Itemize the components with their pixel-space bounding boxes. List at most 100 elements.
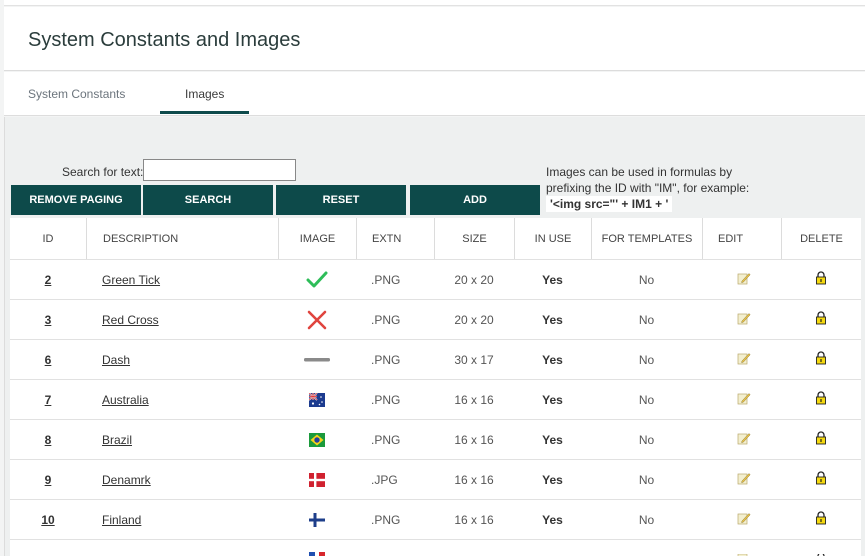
edit-icon[interactable] (737, 431, 751, 448)
row-id: 7 (10, 380, 86, 419)
lock-icon[interactable] (815, 311, 827, 328)
in-use-value: Yes (542, 352, 563, 367)
description-link[interactable]: Australia (102, 393, 149, 407)
table-row: 6 Dash .PNG 30 x 17 Yes No (10, 340, 861, 380)
for-templates-value: No (638, 352, 655, 367)
header-id[interactable]: ID (10, 218, 86, 259)
row-id: 8 (10, 420, 86, 459)
page-header: System Constants and Images (4, 7, 865, 71)
row-delete (781, 380, 861, 419)
lock-icon[interactable] (815, 271, 827, 288)
table-row: 10 Finland .PNG 16 x 16 Yes No (10, 500, 861, 540)
lock-icon[interactable] (815, 391, 827, 408)
for-templates-value: No (638, 432, 655, 447)
table-row: 2 Green Tick .PNG 20 x 20 Yes No (10, 260, 861, 300)
for-templates-value: No (638, 272, 655, 287)
tab-system-constants[interactable]: System Constants (28, 87, 125, 101)
search-input[interactable] (143, 159, 296, 181)
row-id: 3 (10, 300, 86, 339)
row-for-templates: No (591, 500, 702, 539)
row-delete (781, 300, 861, 339)
row-in-use: Yes (514, 340, 591, 379)
in-use-value: Yes (542, 272, 563, 287)
finland-flag-icon (278, 500, 356, 539)
description-link[interactable]: Finland (102, 513, 141, 527)
row-for-templates: No (591, 260, 702, 299)
lock-icon[interactable] (815, 471, 827, 488)
row-edit (702, 340, 781, 379)
search-label: Search for text: (62, 165, 144, 179)
edit-icon[interactable] (702, 540, 781, 556)
lock-icon[interactable] (815, 431, 827, 448)
description-link[interactable]: Brazil (102, 433, 132, 447)
in-use-value: Yes (542, 392, 563, 407)
row-size: 30 x 17 (454, 352, 494, 367)
id-link[interactable]: 3 (45, 313, 52, 327)
row-size: 20 x 20 (454, 312, 494, 327)
id-link[interactable]: 2 (45, 273, 52, 287)
description-link[interactable]: Dash (102, 353, 130, 367)
header-for-templates[interactable]: FOR TEMPLATES (591, 218, 702, 259)
in-use-value: Yes (542, 312, 563, 327)
active-tab-indicator (160, 111, 249, 114)
edit-icon[interactable] (737, 471, 751, 488)
id-link[interactable]: 6 (45, 353, 52, 367)
red-cross-icon (278, 300, 356, 339)
header-size[interactable]: SIZE (434, 218, 514, 259)
edit-icon[interactable] (737, 271, 751, 288)
row-in-use: Yes (514, 500, 591, 539)
id-link[interactable]: 7 (45, 393, 52, 407)
description-link[interactable]: Red Cross (102, 313, 159, 327)
lock-icon[interactable] (815, 351, 827, 368)
description-link[interactable]: Green Tick (102, 273, 160, 287)
row-for-templates: No (591, 460, 702, 499)
header-description[interactable]: DESCRIPTION (86, 218, 278, 259)
table-row-partial (10, 540, 861, 556)
for-templates-value: No (638, 472, 655, 487)
reset-button[interactable]: RESET (276, 185, 406, 215)
row-size: 16 x 16 (454, 432, 494, 447)
row-id: 10 (10, 500, 86, 539)
page: System Constants and Images System Const… (0, 0, 865, 556)
table-row: 8 Brazil .PNG 16 x 16 Yes No (10, 420, 861, 460)
remove-paging-button[interactable]: REMOVE PAGING (11, 185, 141, 215)
search-button[interactable]: SEARCH (143, 185, 273, 215)
row-in-use: Yes (514, 260, 591, 299)
edit-icon[interactable] (737, 311, 751, 328)
lock-icon[interactable] (815, 511, 827, 528)
id-link[interactable]: 8 (45, 433, 52, 447)
id-link[interactable]: 9 (45, 473, 52, 487)
row-description: Denamrk (86, 460, 278, 499)
row-edit (702, 500, 781, 539)
edit-icon[interactable] (737, 351, 751, 368)
lock-icon[interactable] (781, 540, 861, 556)
row-extn: .JPG (371, 472, 398, 487)
row-extn: .PNG (371, 272, 401, 287)
edit-icon[interactable] (737, 511, 751, 528)
row-in-use: Yes (514, 300, 591, 339)
row-id: 9 (10, 460, 86, 499)
row-size: 20 x 20 (454, 272, 494, 287)
header-extn[interactable]: EXTN (356, 218, 434, 259)
add-button[interactable]: ADD (410, 185, 540, 215)
tab-images[interactable]: Images (185, 87, 224, 101)
header-in-use[interactable]: IN USE (514, 218, 591, 259)
row-id: 6 (10, 340, 86, 379)
page-title: System Constants and Images (28, 29, 301, 51)
in-use-value: Yes (542, 512, 563, 527)
row-description: Australia (86, 380, 278, 419)
in-use-value: Yes (542, 472, 563, 487)
row-delete (781, 340, 861, 379)
dash-icon (278, 340, 356, 379)
row-description: Finland (86, 500, 278, 539)
for-templates-value: No (638, 512, 655, 527)
row-extn: .PNG (371, 392, 401, 407)
usage-note-text: Images can be used in formulas by prefix… (546, 165, 750, 195)
row-for-templates: No (591, 420, 702, 459)
id-link[interactable]: 10 (41, 513, 54, 527)
edit-icon[interactable] (737, 391, 751, 408)
description-link[interactable]: Denamrk (102, 473, 151, 487)
row-edit (702, 300, 781, 339)
row-delete (781, 260, 861, 299)
row-in-use: Yes (514, 460, 591, 499)
